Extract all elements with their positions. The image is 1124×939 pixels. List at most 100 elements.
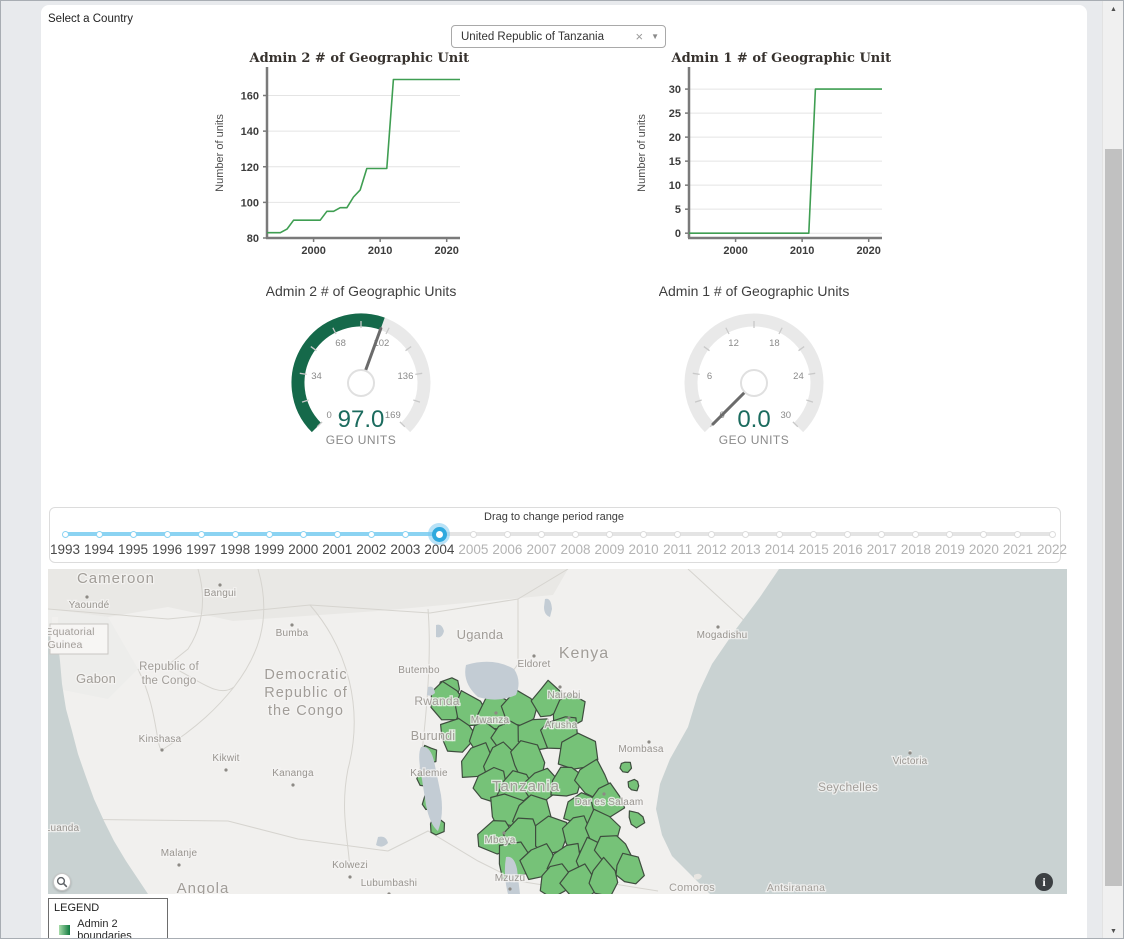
slider-dot[interactable]: [912, 531, 919, 538]
scrollbar-thumb[interactable]: [1105, 149, 1122, 886]
chevron-down-icon[interactable]: ▼: [651, 33, 659, 41]
slider-dot[interactable]: [198, 531, 205, 538]
slider-dot[interactable]: [470, 531, 477, 538]
map-label: Bumba: [276, 628, 309, 639]
x-tick-label: 2010: [368, 245, 392, 257]
slider-dot[interactable]: [742, 531, 749, 538]
year-label: 2005: [456, 542, 490, 557]
slider-dot[interactable]: [130, 531, 137, 538]
x-tick-label: 2020: [434, 245, 458, 257]
year-label: 2010: [627, 542, 661, 557]
admin1-gauge: Admin 1 # of Geographic Units06121824300…: [659, 276, 849, 456]
clear-selection-icon[interactable]: ×: [635, 30, 643, 43]
slider-dot[interactable]: [232, 531, 239, 538]
y-tick-label: 15: [669, 156, 681, 168]
slider-dot[interactable]: [538, 531, 545, 538]
gauge-tick-label: 6: [707, 371, 712, 382]
select-country-label: Select a Country: [48, 13, 133, 25]
slider-dot[interactable]: [1014, 531, 1021, 538]
y-tick-label: 20: [669, 132, 681, 144]
y-axis-label: Number of units: [636, 114, 648, 192]
year-label: 2002: [354, 542, 388, 557]
gauge-tick-label: 0: [327, 410, 332, 421]
year-label: 1994: [82, 542, 116, 557]
map-label: Equatorial: [48, 626, 95, 638]
map-label: Republic of: [139, 661, 199, 673]
slider-dot[interactable]: [96, 531, 103, 538]
slider-dot[interactable]: [402, 531, 409, 538]
map-label: Victoria: [893, 756, 928, 767]
map-label: Eldoret: [517, 659, 550, 670]
slider-dot[interactable]: [606, 531, 613, 538]
map-label: Republic of: [264, 685, 348, 701]
map-label: Mombasa: [618, 744, 664, 755]
map-label: Butembo: [398, 665, 440, 676]
slider-dot[interactable]: [844, 531, 851, 538]
slider-handle[interactable]: [432, 527, 447, 542]
gauge-tick-label: 68: [335, 338, 346, 349]
scrollbar[interactable]: ▲ ▼: [1102, 1, 1123, 939]
year-label: 2000: [286, 542, 320, 557]
gauge-tick-label: 18: [769, 338, 780, 349]
map-label: Nairobi: [547, 690, 580, 701]
slider-dot[interactable]: [776, 531, 783, 538]
year-label: 1999: [252, 542, 286, 557]
year-label: 1997: [184, 542, 218, 557]
y-tick-label: 80: [247, 233, 259, 245]
legend-title: LEGEND: [54, 902, 162, 914]
slider-dot[interactable]: [1049, 531, 1056, 538]
map-label: Seychelles: [818, 780, 878, 794]
map-label: Guinea: [48, 639, 83, 651]
slider-dot[interactable]: [368, 531, 375, 538]
map[interactable]: CameroonEquatorialGuineaGabonRepublic of…: [48, 569, 1067, 894]
map-label: Burundi: [411, 729, 456, 743]
y-tick-label: 140: [241, 126, 259, 138]
year-label: 2013: [729, 542, 763, 557]
legend-item: Admin 2 boundaries: [54, 918, 162, 939]
y-tick-label: 100: [241, 197, 259, 209]
map-label: Kenya: [559, 645, 609, 662]
slider-dot[interactable]: [266, 531, 273, 538]
y-tick-label: 10: [669, 180, 681, 192]
slider-dot[interactable]: [878, 531, 885, 538]
slider-dot[interactable]: [572, 531, 579, 538]
slider-dot[interactable]: [708, 531, 715, 538]
year-label: 2014: [763, 542, 797, 557]
year-label: 2003: [388, 542, 422, 557]
map-zoom-control[interactable]: [53, 873, 71, 891]
slider-dot[interactable]: [504, 531, 511, 538]
map-label: Kinshasa: [139, 734, 182, 745]
country-dropdown[interactable]: United Republic of Tanzania × ▼: [451, 25, 666, 48]
year-label: 2016: [831, 542, 865, 557]
map-label: Kolwezi: [332, 860, 368, 871]
slider-dot[interactable]: [640, 531, 647, 538]
admin2-gauge: Admin 2 # of Geographic Units03468102136…: [266, 276, 456, 456]
map-legend: LEGEND Admin 2 boundaries: [48, 898, 168, 939]
year-label: 1998: [218, 542, 252, 557]
map-info-button[interactable]: i: [1035, 873, 1053, 891]
scrollbar-down-arrow[interactable]: ▼: [1103, 923, 1124, 939]
map-label: Antsiranana: [767, 882, 825, 894]
slider-track-active[interactable]: [65, 532, 439, 536]
dashboard-viewport: Select a Country United Republic of Tanz…: [0, 0, 1124, 939]
slider-dot[interactable]: [810, 531, 817, 538]
x-tick-label: 2000: [301, 245, 325, 257]
gauge-tick-label: 34: [311, 371, 322, 382]
map-label: Dar es Salaam: [575, 797, 644, 808]
slider-dot[interactable]: [980, 531, 987, 538]
map-label: Arusha: [545, 720, 578, 731]
slider-dot[interactable]: [946, 531, 953, 538]
period-slider: Drag to change period range 199319941995…: [49, 507, 1061, 563]
map-label: Lubumbashi: [361, 878, 417, 889]
scrollbar-up-arrow[interactable]: ▲: [1103, 1, 1124, 18]
gauge-title: Admin 2 # of Geographic Units: [266, 283, 456, 299]
slider-dot[interactable]: [674, 531, 681, 538]
map-label: Rwanda: [414, 694, 459, 708]
chart-title: Admin 1 # of Geographic Units: [670, 51, 891, 66]
year-label: 1993: [48, 542, 82, 557]
slider-dot[interactable]: [300, 531, 307, 538]
slider-dot[interactable]: [62, 531, 69, 538]
slider-dot[interactable]: [334, 531, 341, 538]
year-label: 2008: [559, 542, 593, 557]
slider-dot[interactable]: [164, 531, 171, 538]
